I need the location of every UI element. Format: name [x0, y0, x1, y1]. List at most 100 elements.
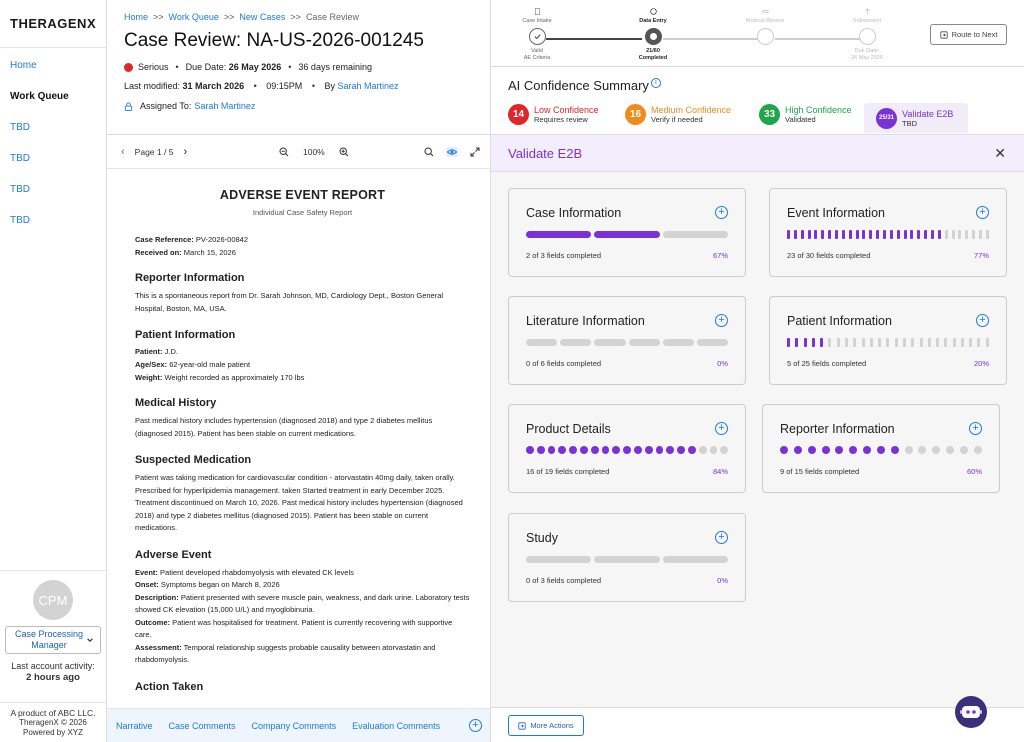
chip-validate-e2b[interactable]: 25/31 Validate E2B TBD [864, 103, 969, 133]
progress-segment [547, 446, 556, 454]
chevron-right-icon[interactable]: › [183, 146, 187, 158]
zoom-in-icon[interactable] [339, 146, 349, 157]
chip-sub: Verify if needed [651, 115, 703, 124]
breadcrumb-work-queue[interactable]: Work Queue [169, 12, 219, 22]
add-plus-icon[interactable]: + [715, 422, 728, 435]
search-icon[interactable] [424, 146, 434, 157]
add-plus-icon[interactable]: + [969, 422, 982, 435]
sidebar-item-work-queue[interactable]: Work Queue [0, 81, 106, 112]
document-view: ADVERSE EVENT REPORT Individual Case Saf… [107, 170, 490, 708]
chip-label: High Confidence [785, 105, 852, 115]
more-actions-icon [518, 721, 526, 730]
add-comment-plus-icon[interactable]: + [469, 719, 482, 732]
step-data-entry[interactable]: Data Entry 21/60 Completed [627, 8, 679, 62]
progress-segment [878, 337, 882, 347]
sidebar-item-home[interactable]: Home [0, 50, 106, 81]
progress-segment [821, 446, 830, 454]
add-plus-icon[interactable]: + [976, 206, 989, 219]
progress-segment [590, 446, 599, 454]
chip-medium-confidence[interactable]: 16 Medium Confidence Verify if needed [625, 104, 731, 125]
page-title: Case Review: NA-US-2026-001245 [124, 30, 424, 51]
add-plus-icon[interactable]: + [715, 206, 728, 219]
card-title: Product Details [526, 422, 611, 436]
progress-segment [958, 229, 962, 239]
chip-low-confidence[interactable]: 14 Low Confidence Requires review [508, 104, 599, 125]
section-heading-action: Action Taken [135, 680, 204, 693]
patient-name: Patient: J.D. [135, 347, 470, 357]
footer-line-1: A product of ABC LLC. [10, 708, 96, 718]
progress-segment [861, 337, 865, 347]
progress-segment [985, 229, 989, 239]
due-date-label: Due Date: [185, 62, 227, 72]
add-plus-icon[interactable]: + [715, 314, 728, 327]
days-remaining: 36 days remaining [298, 62, 372, 72]
progress-segment [787, 337, 790, 347]
card-title: Literature Information [526, 314, 645, 328]
history-text: Past medical history includes hypertensi… [135, 416, 433, 438]
seriousness: Serious [138, 62, 169, 72]
assigned-user-link[interactable]: Sarah Martinez [194, 101, 255, 111]
eye-icon[interactable] [446, 146, 458, 157]
chatbot-button[interactable] [955, 696, 987, 728]
sidebar-item-tbd-3[interactable]: TBD [0, 174, 106, 205]
role-select[interactable]: Case Processing Manager [5, 626, 101, 654]
progress-segment [876, 229, 880, 239]
avatar[interactable]: CPM [33, 580, 73, 620]
progress-segment [821, 229, 825, 239]
expand-icon[interactable] [470, 147, 480, 157]
progress-segment [889, 229, 893, 239]
progress-segment [937, 229, 941, 239]
comment-tabs: Narrative Case Comments Company Comments… [107, 708, 490, 742]
last-modified-date: 31 March 2026 [182, 81, 245, 91]
progress-bar [780, 446, 982, 454]
progress-segment [973, 446, 982, 454]
card-product-details[interactable]: Product Details + 16 of 19 fields comple… [508, 404, 746, 493]
progress-segment [910, 229, 914, 239]
section-heading-history: Medical History [135, 397, 217, 409]
card-case-information[interactable]: Case Information + 2 of 3 fields complet… [508, 188, 746, 277]
close-icon[interactable]: ✕ [994, 145, 1006, 162]
card-study[interactable]: Study + 0 of 3 fields completed 0% [508, 513, 746, 602]
tab-company-comments[interactable]: Company Comments [252, 721, 337, 731]
step-label [627, 8, 679, 18]
tab-case-comments[interactable]: Case Comments [169, 721, 236, 731]
assigned-label: Assigned To: [140, 101, 192, 111]
more-actions-button[interactable]: More Actions [508, 715, 584, 736]
step-label [737, 8, 793, 18]
breadcrumb-current: Case Review [305, 12, 359, 22]
step-name: Submission [852, 18, 882, 24]
percent-complete: 0% [717, 576, 728, 585]
progress-segment [594, 338, 626, 346]
card-literature-information[interactable]: Literature Information + 0 of 6 fields c… [508, 296, 746, 385]
tab-narrative[interactable]: Narrative [116, 721, 153, 731]
card-title: Reporter Information [780, 422, 895, 436]
eye-icon [761, 9, 769, 14]
card-event-information[interactable]: Event Information + 23 of 30 fields comp… [769, 188, 1007, 277]
progress-segment [959, 446, 968, 454]
breadcrumb-home[interactable]: Home [124, 12, 148, 22]
progress-segment [869, 229, 873, 239]
progress-segment [696, 338, 729, 346]
sidebar-item-tbd-2[interactable]: TBD [0, 143, 106, 174]
card-patient-information[interactable]: Patient Information + 5 of 25 fields com… [769, 296, 1007, 385]
assigned-to: Assigned To: Sarah Martinez [124, 101, 490, 111]
chip-high-confidence[interactable]: 33 High Confidence Validated [759, 104, 852, 125]
chip-sub: Requires review [534, 115, 588, 124]
step-medical-review[interactable]: Medical Review [737, 8, 793, 48]
progress-bar [526, 555, 728, 563]
card-reporter-information[interactable]: Reporter Information + 9 of 15 fields co… [762, 404, 1000, 493]
step-submission[interactable]: Submission Due Date: 26 May 2026 [841, 8, 893, 62]
sidebar-item-tbd-1[interactable]: TBD [0, 112, 106, 143]
tab-evaluation-comments[interactable]: Evaluation Comments [352, 721, 440, 731]
breadcrumb-new-cases[interactable]: New Cases [239, 12, 285, 22]
modified-by-user-link[interactable]: Sarah Martinez [338, 81, 399, 91]
chevron-left-icon[interactable]: ‹ [121, 146, 125, 158]
add-plus-icon[interactable]: + [715, 531, 728, 544]
sidebar: THERAGENX Home Work Queue TBD TBD TBD TB… [0, 0, 107, 742]
route-to-next-button[interactable]: Route to Next [930, 24, 1007, 45]
add-plus-icon[interactable]: + [976, 314, 989, 327]
info-icon[interactable]: i [650, 78, 661, 88]
zoom-out-icon[interactable] [279, 146, 289, 157]
step-case-intake[interactable]: Case Intake Valid AE Criteria [511, 8, 563, 62]
sidebar-item-tbd-4[interactable]: TBD [0, 205, 106, 236]
